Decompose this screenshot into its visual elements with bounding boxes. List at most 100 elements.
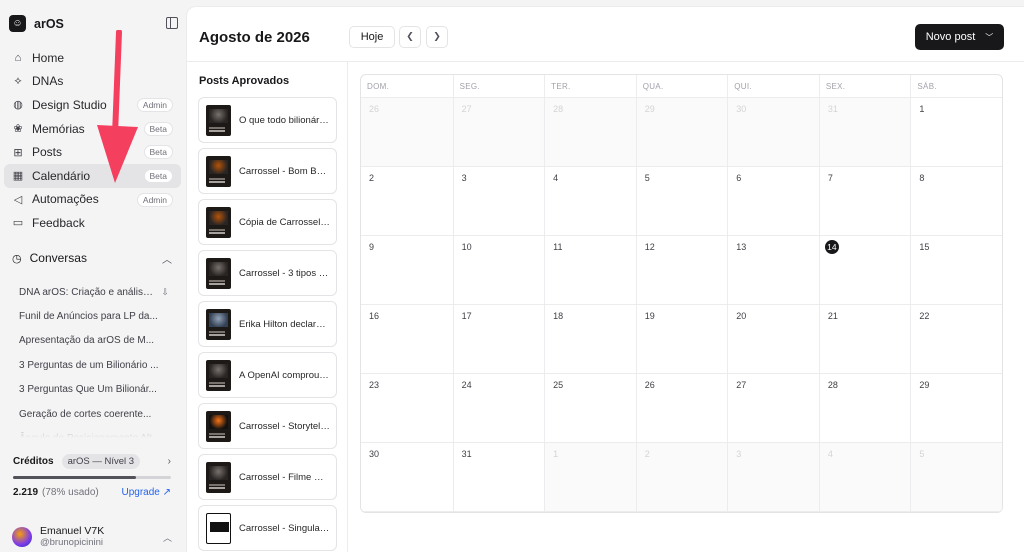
calendar-day-cell[interactable]: 27 [727,374,819,443]
conversation-item[interactable]: Apresentação da arOS de M... [19,329,169,353]
calendar-day-cell[interactable]: 19 [635,305,728,374]
calendar-day-cell[interactable]: 2 [361,167,453,236]
calendar-day-cell[interactable]: 7 [818,167,911,236]
approved-post-card[interactable]: Carrossel - Singulari... [198,505,337,551]
post-thumbnail [206,410,231,442]
admin-badge: Admin [136,98,173,113]
approved-posts-list: O que todo bilionário ... Carrossel - Bo… [198,97,337,552]
calendar-day-cell[interactable]: 28 [818,374,911,443]
chevron-right-icon[interactable]: › [168,456,171,467]
day-number: 29 [644,104,655,114]
approved-post-card[interactable]: Carrossel - Storytellin... [198,403,337,449]
sidebar-item-calendario[interactable]: ▦ Calendário Beta [4,163,181,188]
approved-post-card[interactable]: Carrossel - 3 tipos de... [198,250,337,296]
calendar-day-cell[interactable]: 3 [727,443,819,512]
app-name: arOS [34,16,64,31]
calendar-day-cell[interactable]: 31 [452,443,545,512]
approved-post-card[interactable]: Carrossel - Filme Ho... [198,454,337,500]
conversation-item[interactable]: Ângulo de Posicionamento Alt... [19,426,169,438]
calendar-day-cell[interactable]: 30 [361,443,453,512]
conversation-item[interactable]: 3 Perguntas Que Um Bilionár... [19,378,169,402]
credits-amount: 2.219 [13,487,39,498]
calendar-day-cell[interactable]: 12 [635,236,728,305]
day-number: 30 [736,104,747,114]
calendar-day-cell[interactable]: 6 [727,167,819,236]
user-profile[interactable]: Emanuel V7K @brunopicinini ︿ [12,525,172,549]
main-nav: ⌂ Home ⟡ DNAs ◍ Design Studio Admin ❀ Me… [4,46,181,235]
day-number: 21 [827,311,838,321]
approved-post-card[interactable]: Carrossel - Bom Boni... [198,148,337,194]
day-number: 4 [827,449,833,459]
credits-header[interactable]: Créditos arOS — Nível 3 › [13,454,171,469]
upgrade-link[interactable]: Upgrade ↗ [121,487,171,498]
post-title: O que todo bilionário ... [239,114,336,126]
calendar-day-cell[interactable]: 13 [727,236,819,305]
today-button[interactable]: Hoje [349,26,395,48]
sidebar-item-memorias[interactable]: ❀ Memórias Beta [4,117,181,141]
sidebar-item-home[interactable]: ⌂ Home [4,46,181,70]
day-number: 26 [644,380,655,390]
sidebar-item-label: Home [32,50,65,65]
calendar-day-cell[interactable]: 29 [910,374,1002,443]
calendar-day-cell[interactable]: 23 [361,374,453,443]
approved-post-card[interactable]: A OpenAI comprou a ... [198,352,337,398]
brand[interactable]: ☺ arOS [9,15,64,32]
conversations-header[interactable]: ◷ Conversas ︿ [12,251,174,266]
pin-icon[interactable]: ⇩ [157,287,169,298]
chevron-up-icon[interactable]: ︿ [163,531,172,544]
calendar-day-cell[interactable]: 29 [635,98,728,167]
calendar-day-cell[interactable]: 9 [361,236,453,305]
calendar-day-cell[interactable]: 4 [544,167,636,236]
calendar-day-cell[interactable]: 5 [910,443,1002,512]
sidebar-item-dnas[interactable]: ⟡ DNAs [4,70,181,94]
post-title: Carrossel - Bom Boni... [239,165,336,177]
calendar-day-cell[interactable]: 5 [635,167,728,236]
sidebar-item-posts[interactable]: ⊞ Posts Beta [4,140,181,164]
sidebar-item-feedback[interactable]: ▭ Feedback [4,211,181,235]
calendar-day-cell[interactable]: 21 [818,305,911,374]
calendar-day-cell[interactable]: 16 [361,305,453,374]
dna-icon: ⟡ [14,74,22,87]
calendar-day-cell[interactable]: 27 [452,98,545,167]
calendar-day-cell[interactable]: 30 [727,98,819,167]
approved-post-card[interactable]: O que todo bilionário ... [198,97,337,143]
calendar-day-cell[interactable]: 2 [635,443,728,512]
prev-month-button[interactable]: ❮ [399,26,421,48]
calendar-day-cell[interactable]: 1 [544,443,636,512]
calendar-day-cell[interactable]: 17 [452,305,545,374]
calendar-day-cell[interactable]: 28 [544,98,636,167]
sidebar-toggle-icon[interactable] [166,17,178,29]
calendar-day-cell[interactable]: 20 [727,305,819,374]
calendar-day-cell[interactable]: 8 [910,167,1002,236]
calendar-day-cell[interactable]: 14 [818,236,911,305]
next-month-button[interactable]: ❯ [426,26,448,48]
calendar-day-cell[interactable]: 3 [452,167,545,236]
calendar-day-cell[interactable]: 10 [452,236,545,305]
calendar-day-cell[interactable]: 31 [818,98,911,167]
sidebar-item-automacoes[interactable]: ◁ Automações Admin [4,188,181,212]
sidebar-item-label: Calendário [32,168,91,183]
sidebar-item-design-studio[interactable]: ◍ Design Studio Admin [4,93,181,117]
approved-post-card[interactable]: Erika Hilton declarou ... [198,301,337,347]
calendar-day-cell[interactable]: 15 [910,236,1002,305]
new-post-button[interactable]: Novo post ﹀ [915,24,1004,50]
calendar-day-cell[interactable]: 1 [910,98,1002,167]
day-number: 31 [461,449,472,459]
calendar-day-cell[interactable]: 11 [544,236,636,305]
chevron-up-icon[interactable]: ︿ [162,251,172,266]
conversation-item[interactable]: 3 Perguntas de um Bilionário ... [19,353,169,377]
conversation-item[interactable]: Geração de cortes coerente... [19,402,169,426]
approved-post-card[interactable]: Cópia de Carrossel - ... [198,199,337,245]
calendar-day-cell[interactable]: 25 [544,374,636,443]
sidebar-item-label: Automações [32,192,99,207]
calendar-day-cell[interactable]: 18 [544,305,636,374]
day-number: 30 [369,449,380,459]
calendar-day-cell[interactable]: 26 [635,374,728,443]
weekday-label: SEX. [818,75,911,97]
calendar-day-cell[interactable]: 4 [818,443,911,512]
calendar-day-cell[interactable]: 26 [361,98,453,167]
conversation-item[interactable]: DNA arOS: Criação e análise ... ⇩ [19,280,169,304]
calendar-day-cell[interactable]: 22 [910,305,1002,374]
conversation-item[interactable]: Funil de Anúncios para LP da... [19,304,169,328]
calendar-day-cell[interactable]: 24 [452,374,545,443]
